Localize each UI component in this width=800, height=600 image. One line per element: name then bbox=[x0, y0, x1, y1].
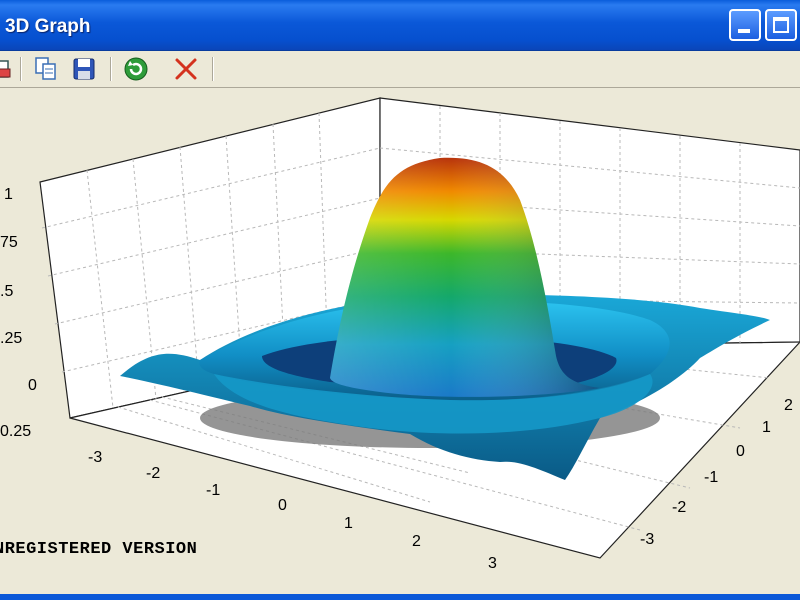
minimize-icon bbox=[738, 29, 750, 33]
y-tick-label: -3 bbox=[640, 531, 654, 548]
save-icon[interactable] bbox=[70, 55, 98, 83]
y-tick-label: -1 bbox=[704, 469, 718, 486]
window-title: 3D Graph bbox=[5, 16, 91, 37]
z-tick-label: 0 bbox=[28, 377, 37, 394]
x-tick-label: -2 bbox=[146, 465, 160, 482]
z-tick-label: 1 bbox=[4, 186, 13, 203]
window-bottom-border bbox=[0, 594, 800, 600]
surface-plot[interactable]: 1 75 .5 .25 0 0.25 -3 -2 -1 0 1 2 3 2 1 … bbox=[0, 88, 800, 596]
x-tick-label: 1 bbox=[344, 515, 353, 532]
title-bar[interactable]: 3D Graph bbox=[0, 0, 800, 51]
toolbar-separator bbox=[20, 57, 22, 81]
z-tick-label: 75 bbox=[0, 234, 18, 251]
x-tick-label: 0 bbox=[278, 497, 287, 514]
graph-window: 3D Graph 1 75 .5 .25 0 0.25 -3 -2 -1 0 1… bbox=[0, 0, 800, 600]
toolbar-separator bbox=[212, 57, 214, 81]
y-tick-label: 1 bbox=[762, 419, 771, 436]
y-tick-label: 2 bbox=[784, 397, 793, 414]
z-tick-label: .25 bbox=[0, 330, 22, 347]
z-tick-label: .5 bbox=[0, 283, 13, 300]
unregistered-watermark: NREGISTERED VERSION bbox=[0, 540, 198, 559]
z-tick-label: 0.25 bbox=[0, 423, 31, 440]
copy-icon[interactable] bbox=[32, 55, 60, 83]
maximize-icon bbox=[773, 17, 789, 33]
print-icon[interactable] bbox=[0, 55, 16, 83]
minimize-button[interactable] bbox=[729, 9, 761, 41]
y-tick-label: 0 bbox=[736, 443, 745, 460]
close-graph-icon[interactable] bbox=[172, 55, 200, 83]
refresh-icon[interactable] bbox=[122, 55, 150, 83]
toolbar-separator bbox=[110, 57, 112, 81]
y-tick-label: -2 bbox=[672, 499, 686, 516]
x-tick-label: 2 bbox=[412, 533, 421, 550]
x-tick-label: -3 bbox=[88, 449, 102, 466]
toolbar bbox=[0, 51, 800, 88]
maximize-button[interactable] bbox=[765, 9, 797, 41]
x-tick-label: -1 bbox=[206, 482, 220, 499]
x-tick-label: 3 bbox=[488, 555, 497, 572]
